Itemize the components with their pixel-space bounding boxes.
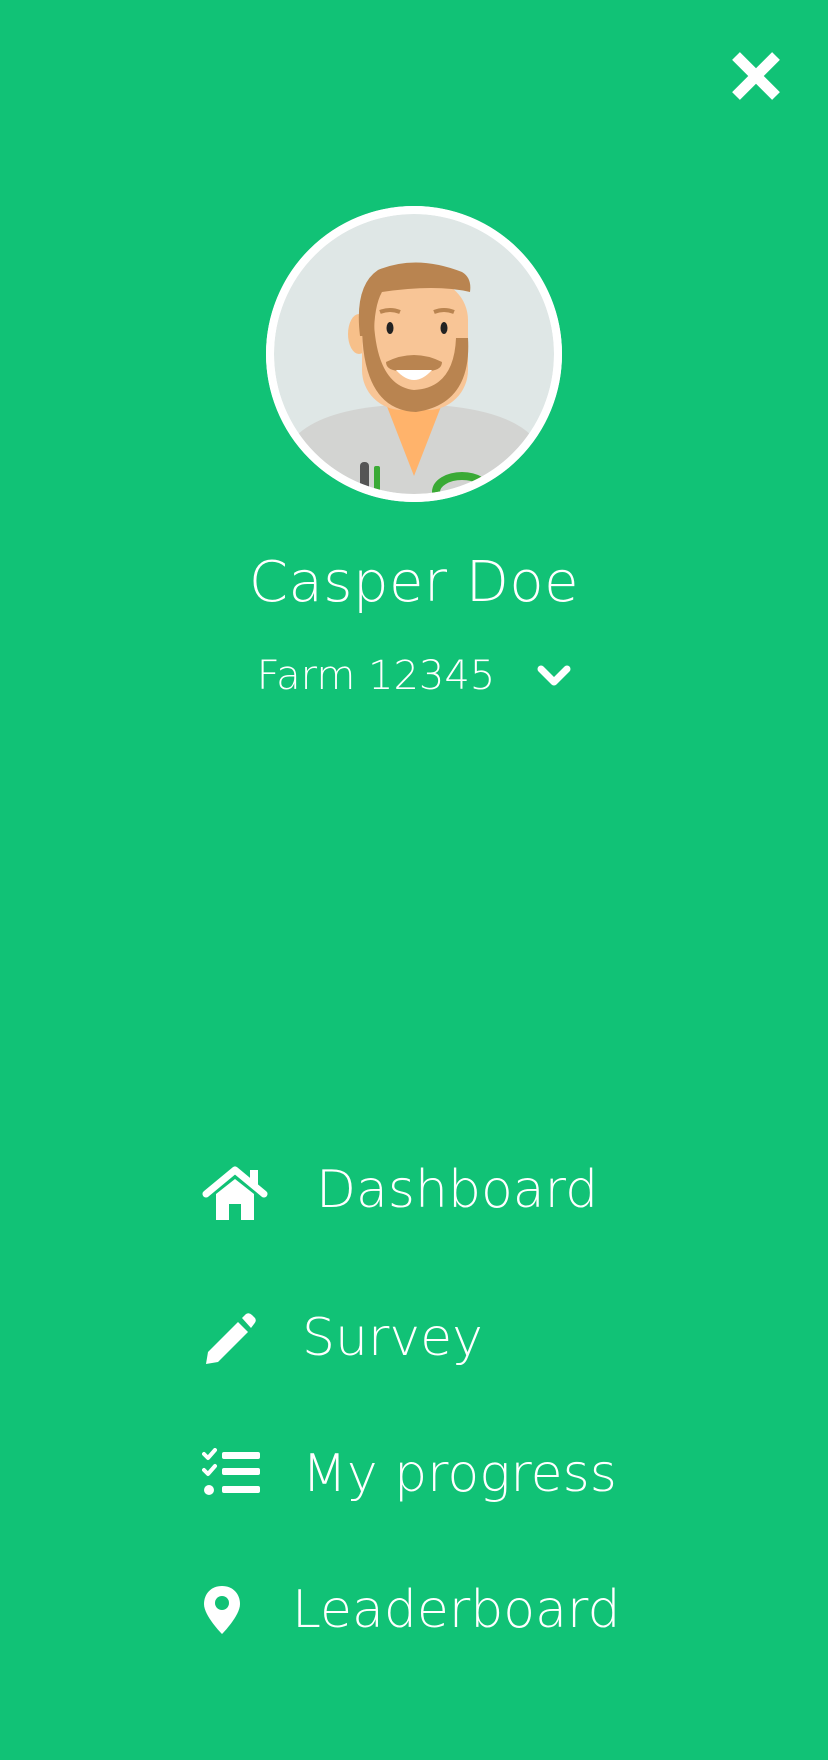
avatar-illustration <box>266 206 562 502</box>
avatar[interactable] <box>266 206 562 502</box>
user-name: Casper Doe <box>248 550 580 615</box>
home-icon <box>200 1156 268 1224</box>
farm-selector[interactable]: Farm 12345 <box>0 646 828 706</box>
close-button[interactable] <box>728 48 784 104</box>
chevron-down-icon <box>537 665 571 686</box>
nav-item-leaderboard[interactable]: Leaderboard <box>200 1570 720 1650</box>
nav-item-my-progress[interactable]: My progress <box>200 1434 720 1514</box>
close-icon <box>732 52 780 100</box>
farm-label: Farm 12345 <box>256 653 496 699</box>
nav-item-survey[interactable]: Survey <box>200 1298 720 1378</box>
pencil-icon <box>200 1304 268 1372</box>
side-menu: Casper Doe Farm 12345 Dashboard Survey M… <box>0 0 828 1760</box>
nav-label-survey: Survey <box>302 1308 483 1368</box>
checklist-icon <box>200 1440 268 1508</box>
nav-label-my-progress: My progress <box>302 1444 617 1504</box>
nav-label-dashboard: Dashboard <box>316 1160 599 1220</box>
map-marker-icon <box>200 1576 268 1644</box>
nav-item-dashboard[interactable]: Dashboard <box>200 1150 720 1230</box>
nav-label-leaderboard: Leaderboard <box>292 1580 621 1640</box>
